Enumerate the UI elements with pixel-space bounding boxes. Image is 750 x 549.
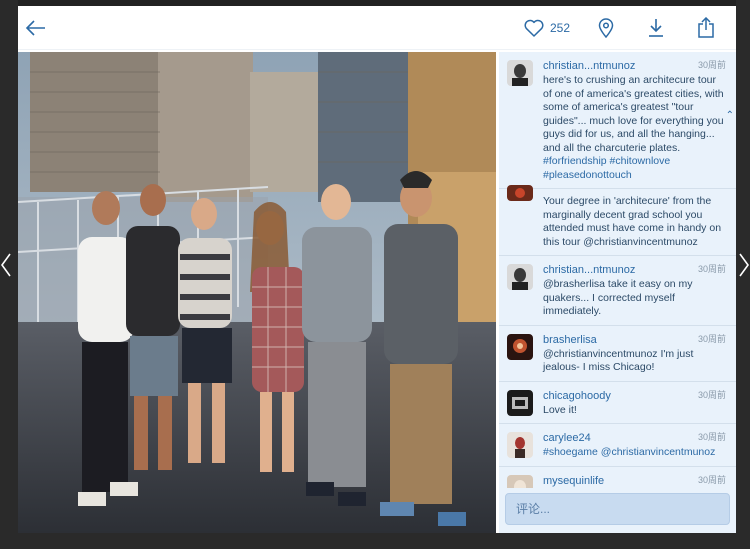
like-count: 252 bbox=[549, 21, 570, 35]
avatar[interactable] bbox=[507, 60, 533, 86]
avatar[interactable] bbox=[507, 389, 533, 416]
share-icon bbox=[698, 17, 714, 38]
share-button[interactable] bbox=[694, 16, 718, 40]
avatar[interactable] bbox=[507, 333, 533, 360]
comment-timestamp: 30周前 bbox=[697, 60, 726, 70]
heart-icon bbox=[524, 19, 544, 37]
download-button[interactable] bbox=[644, 16, 668, 40]
chevron-right-icon bbox=[739, 253, 749, 277]
comment-text: #shoegame @christianvincentmunoz bbox=[543, 446, 716, 458]
backdrop-bottom bbox=[0, 533, 750, 549]
back-arrow-icon bbox=[25, 20, 45, 36]
scroll-up-icon[interactable]: ⌃ bbox=[726, 110, 734, 121]
comment-item: christian...ntmunoz 30周前 here's to crush… bbox=[499, 52, 736, 188]
avatar[interactable] bbox=[507, 432, 533, 458]
chevron-left-icon bbox=[1, 253, 11, 277]
avatar[interactable] bbox=[507, 264, 533, 290]
comment-item: carylee24 30周前 #shoegame @christianvince… bbox=[499, 423, 736, 466]
avatar[interactable] bbox=[507, 185, 533, 201]
like-button[interactable]: 252 bbox=[524, 19, 570, 37]
group-photo-image bbox=[18, 52, 496, 533]
top-bar: 252 bbox=[18, 6, 736, 50]
next-post-button[interactable] bbox=[736, 252, 750, 282]
back-button[interactable] bbox=[24, 16, 48, 40]
comments-panel: christian...ntmunoz 30周前 here's to crush… bbox=[499, 52, 736, 533]
download-icon bbox=[649, 19, 663, 37]
comment-item: chicagohoody 30周前 Love it! bbox=[499, 380, 736, 424]
comment-text: Love it! bbox=[543, 403, 577, 416]
post-photo[interactable] bbox=[18, 52, 496, 533]
comment-text: Your degree in 'architecure' from the ma… bbox=[543, 195, 722, 248]
previous-post-button[interactable] bbox=[0, 252, 14, 282]
comment-timestamp: 30周前 bbox=[697, 432, 726, 442]
comment-text: here's to crushing an architecure tour o… bbox=[543, 74, 724, 181]
comment-timestamp: 30周前 bbox=[697, 333, 726, 344]
avatar[interactable] bbox=[507, 474, 533, 488]
comment-item: brasherlisa 30周前 @christianvincentmunoz … bbox=[499, 324, 736, 381]
location-button[interactable] bbox=[594, 16, 618, 40]
comment-item: christian...ntmunoz 30周前 @brasherlisa ta… bbox=[499, 255, 736, 325]
comment-text: @brasherlisa take it easy on my quakers.… bbox=[543, 278, 693, 317]
comment-timestamp: 30周前 bbox=[697, 474, 726, 485]
comment-timestamp: 30周前 bbox=[697, 264, 726, 274]
location-pin-icon bbox=[598, 18, 614, 38]
post-modal: 252 christian...ntmunoz 30周前 here's to c… bbox=[18, 6, 736, 533]
comment-text: @christianvincentmunoz I'm just jealous-… bbox=[543, 347, 694, 374]
comment-list[interactable]: christian...ntmunoz 30周前 here's to crush… bbox=[499, 52, 736, 488]
comment-input[interactable] bbox=[505, 493, 730, 525]
comment-item: mysequinlife 30周前 bbox=[499, 465, 736, 488]
post-actions: 252 bbox=[524, 16, 718, 40]
comment-hashtags[interactable]: #forfriendship #chitownlove #pleasedonot… bbox=[543, 155, 670, 181]
comment-item: Your degree in 'architecure' from the ma… bbox=[499, 185, 736, 255]
comment-timestamp: 30周前 bbox=[697, 389, 726, 400]
